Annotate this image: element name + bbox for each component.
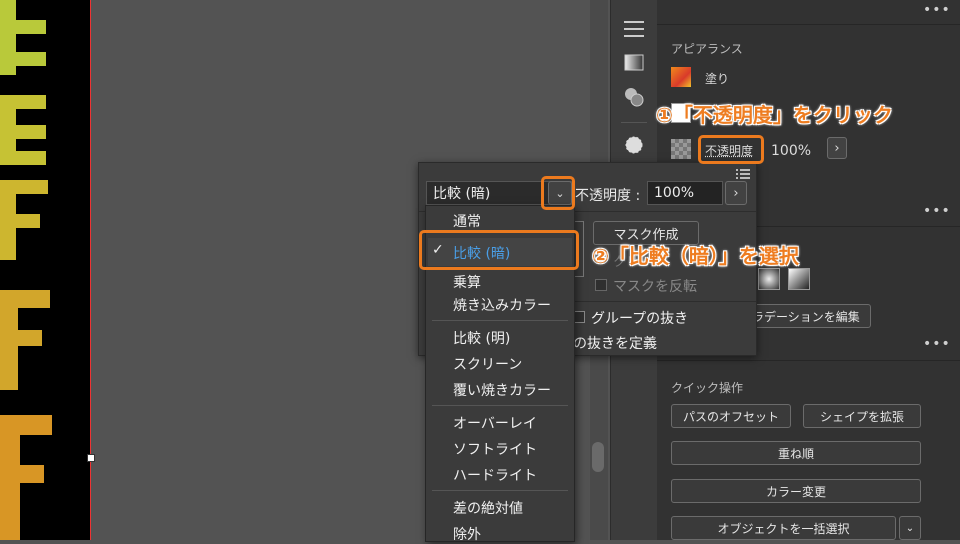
- blend-mode-option[interactable]: ソフトライト: [453, 439, 537, 459]
- invert-mask-label: マスクを反転: [613, 279, 697, 295]
- fill-label[interactable]: 塗り: [705, 70, 729, 87]
- callout-blend-chevron: [541, 176, 575, 210]
- blend-mode-option[interactable]: 焼き込みカラー: [453, 295, 551, 315]
- blend-mode-option[interactable]: 比較 (明): [453, 328, 510, 348]
- selection-handle[interactable]: [87, 454, 95, 462]
- select-same-button[interactable]: オブジェクトを一括選択: [671, 516, 896, 540]
- blend-mode-option[interactable]: 覆い焼きカラー: [453, 380, 551, 400]
- panel-more-icon-3[interactable]: •••: [923, 336, 951, 352]
- panel-more-icon-2[interactable]: •••: [923, 203, 951, 219]
- strip-divider: [621, 122, 647, 123]
- popup-divider-2: [559, 301, 756, 302]
- expand-shape-button[interactable]: シェイプを拡張: [803, 404, 921, 428]
- annotation-step1: ①「不透明度」をクリック: [656, 103, 893, 127]
- artwork-canvas[interactable]: [0, 0, 90, 540]
- popup-opacity-input[interactable]: 100%: [647, 181, 723, 205]
- popup-opacity-label: 不透明度 :: [575, 188, 641, 204]
- blend-mode-option[interactable]: 通常: [453, 211, 481, 231]
- blend-mode-option[interactable]: スクリーン: [453, 354, 522, 374]
- circle-dotted-icon[interactable]: [623, 134, 645, 156]
- chevron-down-icon: ⌄: [905, 522, 915, 534]
- blend-mode-option[interactable]: オーバーレイ: [453, 413, 537, 433]
- chevron-right-icon: ›: [834, 140, 840, 156]
- artwork-letter-3: [0, 180, 52, 260]
- callout-opacity: [698, 135, 764, 164]
- blend-mode-option[interactable]: 除外: [453, 524, 481, 544]
- blend-mode-option[interactable]: ハードライト: [453, 465, 537, 485]
- artwork-letter-5: [0, 415, 52, 540]
- knockout-group-label: グループの抜き: [591, 311, 689, 327]
- dropdown-separator: [432, 320, 568, 321]
- opacity-value[interactable]: 100%: [771, 143, 811, 159]
- panel-divider: [657, 24, 960, 25]
- blend-mode-option[interactable]: 乗算: [453, 272, 481, 292]
- popup-opacity-expand[interactable]: ›: [725, 181, 747, 205]
- panel-divider-3: [657, 360, 960, 361]
- select-same-dropdown[interactable]: ⌄: [899, 516, 921, 540]
- radial-gradient-swatch[interactable]: [758, 268, 780, 290]
- annotation-step2: ②「比較（暗）」を選択: [592, 244, 799, 268]
- edit-gradient-button[interactable]: ラデーションを編集: [737, 304, 871, 328]
- dock-scroll-thumb[interactable]: [592, 442, 604, 472]
- invert-mask-checkbox[interactable]: [595, 279, 607, 291]
- define-knockout-label: の抜きを定義: [573, 336, 657, 352]
- recolor-button[interactable]: カラー変更: [671, 479, 921, 503]
- callout-blend-option: [419, 230, 579, 270]
- artwork-letter-2: [0, 95, 52, 165]
- dropdown-separator: [432, 490, 568, 491]
- chevron-right-icon: ›: [733, 185, 739, 201]
- offset-path-button[interactable]: パスのオフセット: [671, 404, 791, 428]
- hamburger-icon[interactable]: [623, 18, 645, 40]
- arrange-button[interactable]: 重ね順: [671, 441, 921, 465]
- artwork-letter-4: [0, 290, 52, 390]
- shapes-icon[interactable]: [623, 86, 645, 108]
- fill-swatch[interactable]: [671, 67, 691, 87]
- appearance-title: アピアランス: [671, 42, 743, 56]
- panel-more-icon[interactable]: •••: [923, 2, 951, 18]
- blend-mode-option[interactable]: 差の絶対値: [453, 498, 523, 518]
- dropdown-separator: [432, 405, 568, 406]
- opacity-expand-button[interactable]: ›: [827, 137, 847, 159]
- gradient-icon[interactable]: [623, 52, 645, 74]
- opacity-swatch[interactable]: [671, 139, 691, 159]
- freeform-gradient-swatch[interactable]: [788, 268, 810, 290]
- artwork-letter-1: [0, 0, 52, 75]
- quick-actions-title: クイック操作: [671, 381, 744, 395]
